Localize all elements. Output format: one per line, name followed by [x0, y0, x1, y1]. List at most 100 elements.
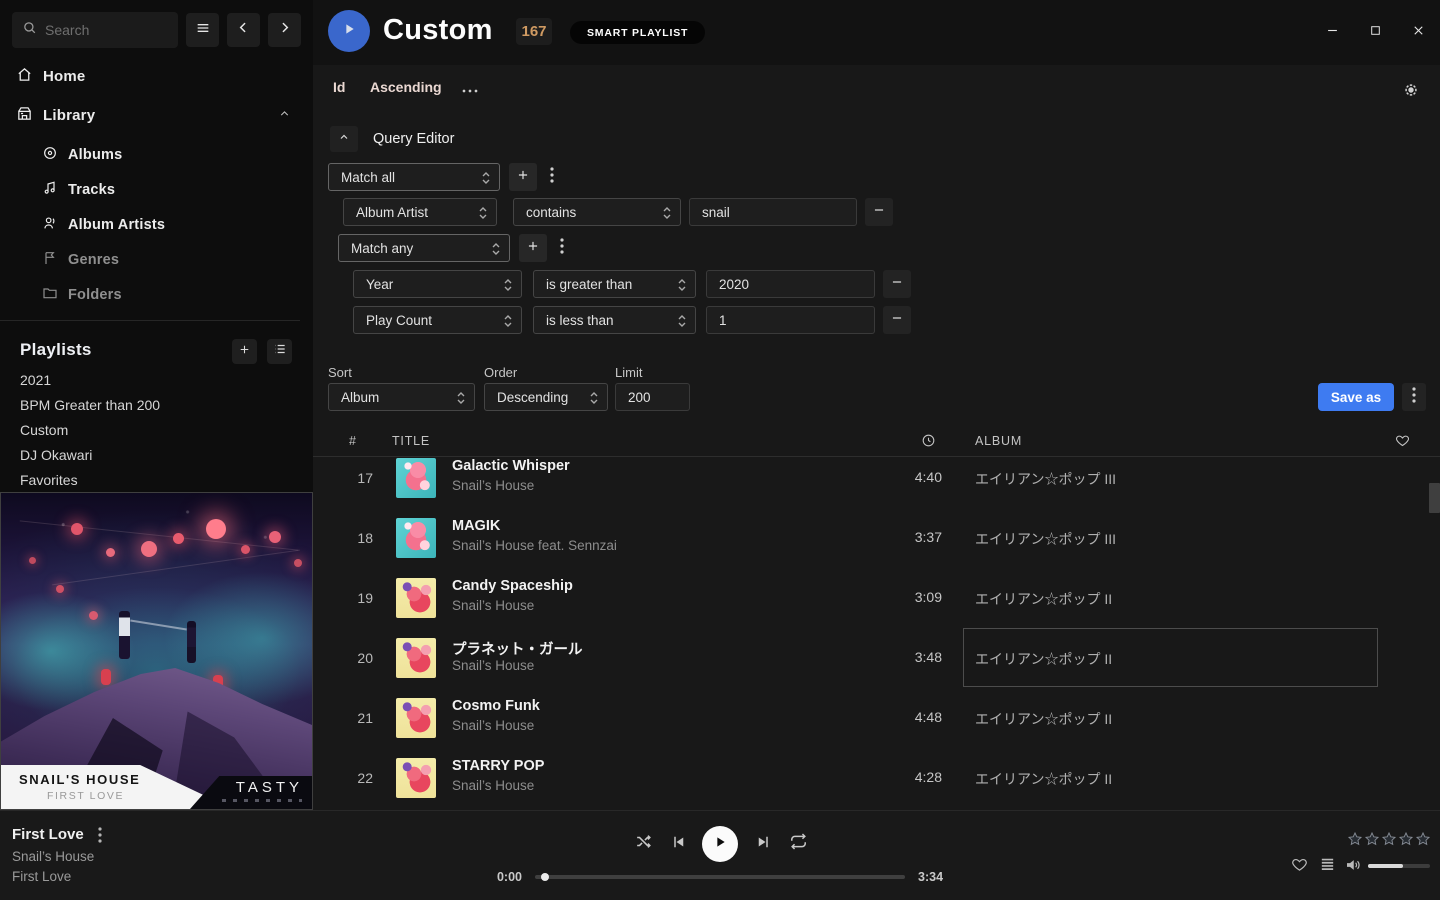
rule-value-input[interactable] [706, 270, 875, 298]
query-editor-title: Query Editor [373, 131, 454, 147]
rule-field-select[interactable]: Play Count [353, 306, 522, 334]
rule-operator-select[interactable]: is less than [533, 306, 696, 334]
list-icon [273, 342, 287, 361]
sidebar-item-home[interactable]: Home [0, 62, 313, 91]
track-row[interactable]: 18 MAGIK Snail’s House feat. Sennzai 3:3… [313, 508, 1440, 568]
forward-button[interactable] [268, 13, 301, 47]
sort-field-button[interactable]: Id [333, 79, 345, 95]
titlebar: Custom 167 SMART PLAYLIST [313, 0, 1440, 65]
volume-slider[interactable] [1368, 864, 1430, 868]
back-button[interactable] [227, 13, 260, 47]
duration-column-icon[interactable] [921, 433, 936, 451]
rule-operator-select[interactable]: is greater than [533, 270, 696, 298]
total-time: 3:34 [918, 870, 943, 884]
add-playlist-button[interactable] [232, 339, 257, 364]
library-icon [16, 105, 33, 126]
match-any-select[interactable]: Match any [338, 234, 510, 262]
favorite-button[interactable] [1290, 858, 1308, 876]
column-album[interactable]: ALBUM [975, 434, 1022, 448]
star-icon [1347, 831, 1363, 847]
group2-menu-button[interactable] [555, 234, 569, 262]
seek-knob[interactable] [541, 873, 549, 881]
search-input[interactable]: Search [12, 12, 178, 48]
track-art [396, 578, 436, 618]
group1-menu-button[interactable] [545, 163, 559, 191]
playlist-item-favorites[interactable]: Favorites [20, 472, 78, 492]
repeat-button[interactable] [788, 834, 808, 854]
column-title[interactable]: TITLE [392, 434, 430, 448]
track-row[interactable]: 19 Candy Spaceship Snail’s House 3:09 エイ… [313, 568, 1440, 628]
rating-stars[interactable] [1347, 831, 1431, 847]
now-playing-artwork[interactable]: SNAIL'S HOUSE FIRST LOVE TASTY [0, 492, 313, 810]
add-rule-button-group2[interactable] [519, 234, 547, 262]
rule-field-select[interactable]: Year [353, 270, 522, 298]
repeat-icon [789, 832, 808, 856]
sidebar: Search Home Library Albums Track [0, 0, 313, 810]
sidebar-divider [0, 320, 300, 321]
rule-value-input[interactable] [689, 198, 857, 226]
shuffle-button[interactable] [633, 834, 653, 854]
maximize-button[interactable] [1366, 24, 1384, 42]
select-stepper-icon [503, 278, 513, 295]
sidebar-item-genres[interactable]: Genres [0, 245, 313, 274]
rule-value-input[interactable] [706, 306, 875, 334]
page-title: Custom [383, 14, 493, 47]
remove-rule-button[interactable] [883, 306, 911, 334]
queue-button[interactable] [1318, 858, 1336, 876]
star-icon [1415, 831, 1431, 847]
track-art [396, 638, 436, 678]
sort-select[interactable]: Album [328, 383, 475, 411]
sort-order-button[interactable]: Ascending [370, 79, 442, 95]
sidebar-item-album-artists[interactable]: Album Artists [0, 210, 313, 239]
play-playlist-button[interactable] [328, 10, 370, 52]
limit-input[interactable] [615, 383, 690, 411]
rule-field-select[interactable]: Album Artist [343, 198, 497, 226]
playlist-item-custom[interactable]: Custom [20, 422, 68, 442]
query-editor-collapse-button[interactable] [330, 126, 358, 152]
remove-rule-button[interactable] [865, 198, 893, 226]
save-menu-button[interactable] [1402, 383, 1426, 411]
elapsed-time: 0:00 [478, 870, 522, 884]
save-as-button[interactable]: Save as [1318, 383, 1394, 411]
plus-icon [526, 239, 540, 258]
playlist-list-button[interactable] [267, 339, 292, 364]
track-row[interactable]: 22 STARRY POP Snail’s House 4:28 エイリアン☆ポ… [313, 748, 1440, 808]
chevron-up-icon[interactable] [278, 107, 291, 124]
favorite-column-icon[interactable] [1395, 433, 1410, 451]
next-track-button[interactable] [754, 834, 774, 854]
seek-slider[interactable] [535, 875, 905, 879]
play-pause-button[interactable] [702, 826, 738, 862]
track-row[interactable]: 20 プラネット・ガール Snail’s House 3:48 エイリアン☆ポッ… [313, 628, 1440, 688]
scrollbar-thumb[interactable] [1429, 483, 1440, 513]
now-playing-menu-button[interactable] [98, 827, 102, 843]
remove-rule-button[interactable] [883, 270, 911, 298]
menu-button[interactable] [186, 13, 219, 47]
more-options-button[interactable] [461, 83, 479, 101]
sidebar-item-albums[interactable]: Albums [0, 140, 313, 169]
plus-icon [516, 168, 530, 187]
minus-icon [890, 311, 904, 330]
sidebar-item-folders[interactable]: Folders [0, 280, 313, 309]
close-button[interactable] [1409, 24, 1427, 42]
minus-icon [872, 203, 886, 222]
minimize-button[interactable] [1323, 24, 1341, 42]
settings-button[interactable] [1402, 81, 1420, 104]
music-note-icon [42, 180, 58, 200]
sidebar-item-library[interactable]: Library [0, 101, 313, 130]
add-rule-button-group1[interactable] [509, 163, 537, 191]
volume-button[interactable] [1344, 858, 1362, 876]
lantern [294, 559, 302, 567]
rule-operator-select[interactable]: contains [513, 198, 681, 226]
playlist-item-bpm[interactable]: BPM Greater than 200 [20, 397, 160, 417]
sidebar-item-tracks[interactable]: Tracks [0, 175, 313, 204]
match-all-select[interactable]: Match all [328, 163, 500, 191]
track-row[interactable]: 17 Galactic Whisper Snail’s House 4:40 エ… [313, 458, 1440, 508]
chevron-left-icon [236, 20, 251, 40]
playlist-item-2021[interactable]: 2021 [20, 372, 51, 392]
order-select[interactable]: Descending [484, 383, 608, 411]
select-stepper-icon [491, 242, 501, 259]
track-row[interactable]: 21 Cosmo Funk Snail’s House 4:48 エイリアン☆ポ… [313, 688, 1440, 748]
playlist-item-dj-okawari[interactable]: DJ Okawari [20, 447, 92, 467]
previous-track-button[interactable] [668, 834, 688, 854]
minus-icon [890, 275, 904, 294]
